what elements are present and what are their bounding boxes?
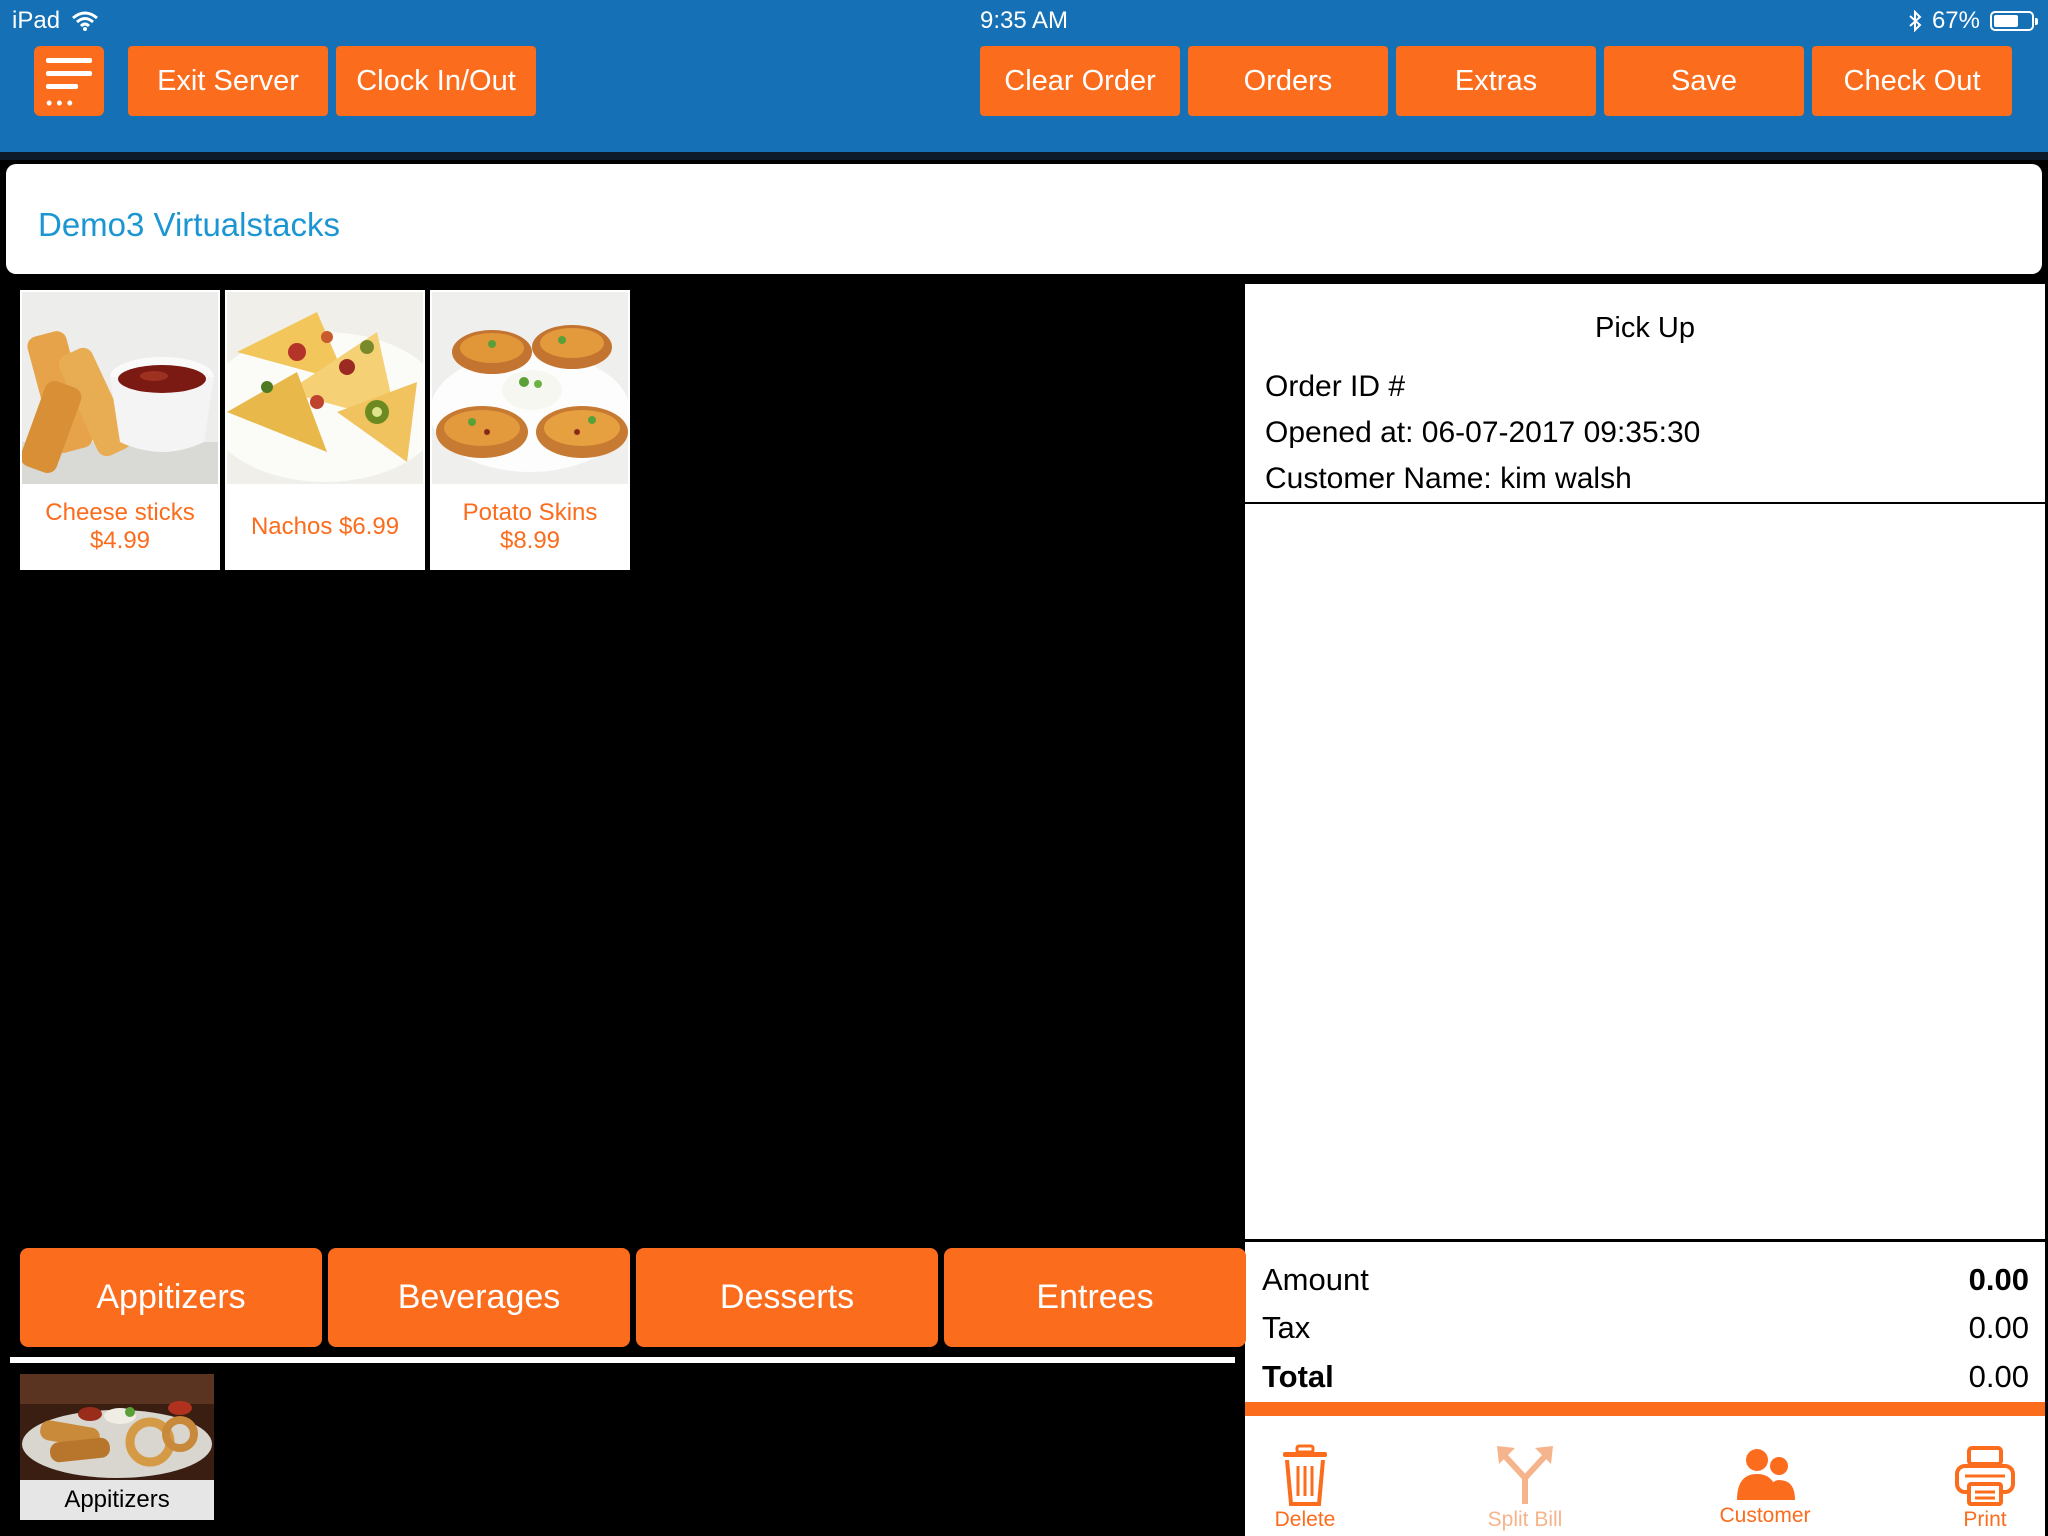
- cheese-sticks-image: [22, 292, 218, 484]
- menu-icon: [46, 58, 92, 97]
- order-panel: Pick Up Order ID # Opened at: 06-07-2017…: [1245, 284, 2045, 1536]
- category-entrees[interactable]: Entrees: [944, 1248, 1246, 1347]
- amount-label: Amount: [1262, 1262, 1369, 1297]
- product-name: Cheese sticks: [45, 499, 195, 526]
- amount-value: 0.00: [1968, 1262, 2029, 1297]
- category-divider: [10, 1357, 1235, 1363]
- product-price: $4.99: [89, 527, 151, 554]
- store-bar: Demo3 Virtualstacks: [6, 164, 2042, 274]
- check-out-button[interactable]: Check Out: [1812, 46, 2012, 116]
- category-appitizers[interactable]: Appitizers: [20, 1248, 322, 1347]
- exit-server-button[interactable]: Exit Server: [128, 46, 328, 116]
- nachos-image: [227, 292, 423, 484]
- orders-button[interactable]: Orders: [1188, 46, 1388, 116]
- tax-value: 0.00: [1968, 1310, 2029, 1345]
- total-label: Total: [1262, 1359, 1334, 1394]
- selected-category-tile[interactable]: Appitizers: [20, 1374, 214, 1520]
- customer-label: Customer: [1719, 1504, 1811, 1527]
- amount-row: Amount 0.00: [1262, 1262, 2029, 1298]
- delete-label: Delete: [1274, 1508, 1336, 1531]
- extras-button[interactable]: Extras: [1396, 46, 1596, 116]
- selected-category-label: Appitizers: [20, 1480, 214, 1520]
- product-potato-skins[interactable]: Potato Skins $8.99: [430, 290, 630, 570]
- battery-icon: [1990, 11, 2038, 31]
- customer-button[interactable]: Customer: [1700, 1444, 1830, 1528]
- trash-icon: [1283, 1444, 1327, 1506]
- top-bar: iPad 9:35 AM 67% ••• Exit Server Clock I…: [0, 0, 2048, 158]
- delete-button[interactable]: Delete: [1265, 1444, 1345, 1532]
- header-divider: [0, 152, 2048, 160]
- store-name: Demo3 Virtualstacks: [38, 206, 341, 243]
- product-cheese-sticks[interactable]: Cheese sticks $4.99: [20, 290, 220, 570]
- customer-name: Customer Name: kim walsh: [1265, 462, 1632, 495]
- status-time: 9:35 AM: [979, 7, 1069, 34]
- category-desserts[interactable]: Desserts: [636, 1248, 938, 1347]
- print-button[interactable]: Print: [1950, 1444, 2020, 1532]
- clear-order-button[interactable]: Clear Order: [980, 46, 1180, 116]
- battery-fill: [1994, 15, 2018, 27]
- print-label: Print: [1963, 1508, 2007, 1531]
- save-button[interactable]: Save: [1604, 46, 1804, 116]
- appitizers-image: [20, 1374, 214, 1480]
- customer-icon: [1737, 1449, 1795, 1500]
- order-id: Order ID #: [1265, 370, 1406, 403]
- status-bar: iPad 9:35 AM 67%: [0, 0, 2048, 40]
- product-price: $8.99: [499, 527, 561, 554]
- total-value: 0.00: [1968, 1359, 2029, 1394]
- product-name: Potato Skins: [462, 499, 598, 526]
- tax-label: Tax: [1262, 1310, 1311, 1345]
- order-opened-at: Opened at: 06-07-2017 09:35:30: [1265, 416, 1701, 449]
- items-divider: [1245, 1239, 2045, 1242]
- split-bill-button[interactable]: Split Bill: [1465, 1444, 1585, 1532]
- split-bill-label: Split Bill: [1487, 1508, 1563, 1531]
- category-beverages[interactable]: Beverages: [328, 1248, 630, 1347]
- product-nachos[interactable]: Nachos $6.99: [225, 290, 425, 570]
- potato-skins-image: [432, 292, 628, 484]
- summary-divider: [1245, 1402, 2045, 1416]
- split-icon: [1497, 1446, 1553, 1504]
- clock-in-out-button[interactable]: Clock In/Out: [336, 46, 536, 116]
- total-row: Total 0.00: [1262, 1359, 2029, 1395]
- battery-percent: 67%: [1931, 7, 1980, 34]
- product-name: Nachos $6.99: [250, 513, 400, 540]
- printer-icon: [1955, 1446, 2015, 1506]
- order-header: Pick Up Order ID # Opened at: 06-07-2017…: [1245, 284, 2045, 504]
- menu-button[interactable]: •••: [34, 46, 104, 116]
- tax-row: Tax 0.00: [1262, 1310, 2029, 1346]
- order-type: Pick Up: [1595, 312, 1695, 344]
- bluetooth-icon: [1909, 10, 1922, 32]
